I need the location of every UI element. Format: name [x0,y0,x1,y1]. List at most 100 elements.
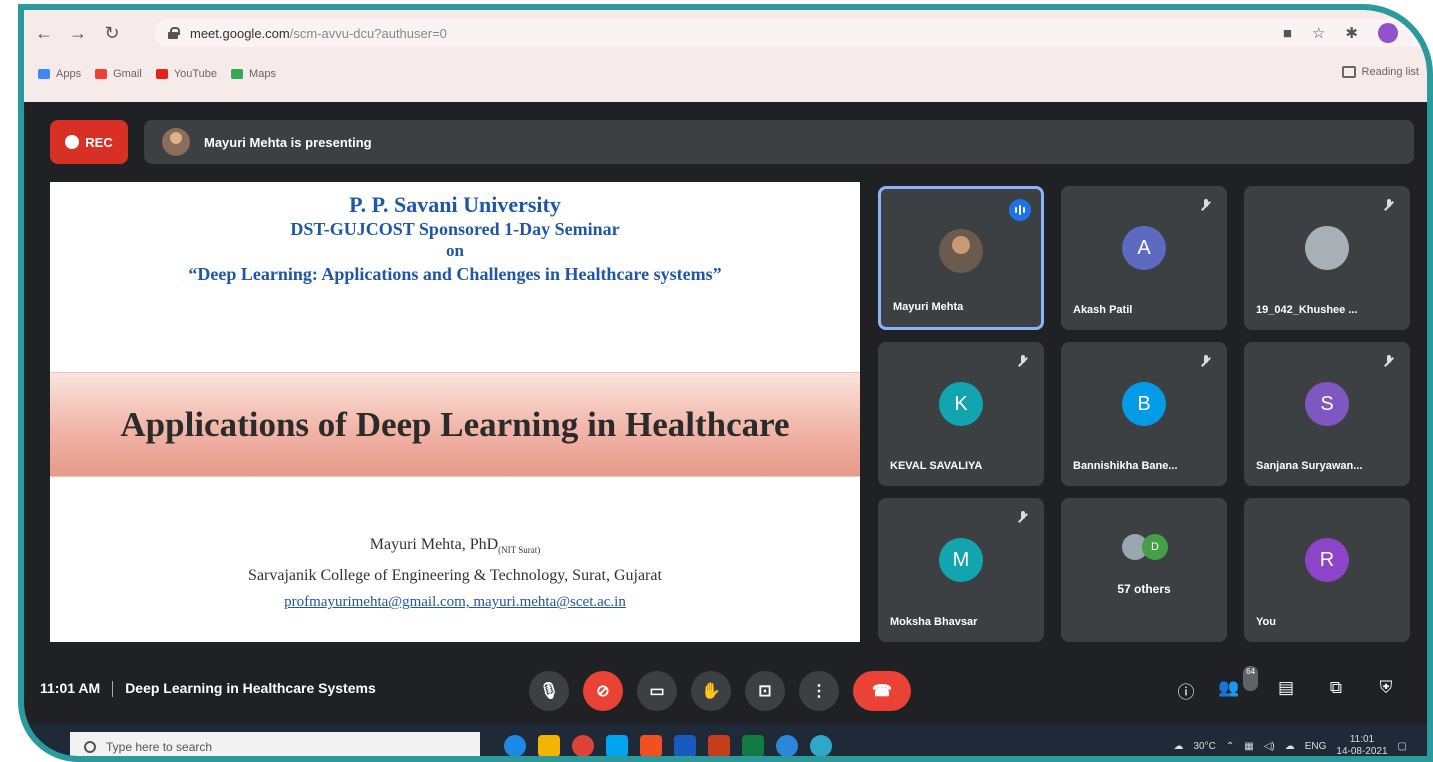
clock-time: 11:01 [1349,734,1375,745]
participant-tile[interactable]: K KEVAL SAVALIYA [878,342,1044,486]
slide-seminar: DST-GUJCOST Sponsored 1-Day Seminar [290,219,620,239]
chat-icon[interactable]: ▤ [1275,678,1297,703]
others-avatars: D [1122,534,1168,560]
people-icon[interactable]: 👥 64 [1218,666,1259,703]
participant-tile[interactable]: B Bannishikha Bane... [1061,342,1227,486]
slide-main-title: Applications of Deep Learning in Healthc… [120,404,790,444]
participant-avatar: M [939,538,983,582]
search-icon [84,741,96,753]
captions-button[interactable]: ▭ [637,671,677,711]
author-affiliation: (NIT Surat) [498,545,541,556]
participant-photo [939,229,983,273]
participant-tile[interactable]: Mayuri Mehta [878,186,1044,330]
more-options-button[interactable]: ⋮ [799,671,839,711]
meeting-info: 11:01 AM Deep Learning in Healthcare Syst… [40,680,376,698]
participant-avatar: A [1122,226,1166,270]
reading-list-label: Reading list [1361,66,1419,78]
mic-muted-icon [1199,198,1213,212]
recording-indicator[interactable]: REC [50,120,128,164]
network-icon[interactable]: ▦ [1244,741,1253,752]
extensions-icon[interactable]: ✱ [1345,24,1358,42]
reload-icon[interactable]: ↻ [98,19,126,47]
bookmark-star-icon[interactable]: ☆ [1312,24,1325,42]
maps-icon [231,69,244,79]
onedrive-icon[interactable]: ☁ [1285,741,1295,752]
others-count: 57 others [1117,582,1171,596]
forward-arrow-icon[interactable]: → [64,19,92,47]
screenshot-frame: ← → ↻ meet.google.com/scm-avvu-dcu?authu… [18,4,1433,762]
people-count-badge: 64 [1243,666,1259,691]
tray-chevron-icon[interactable]: ⌃ [1226,741,1234,752]
bookmark-apps[interactable]: Apps [38,68,81,80]
taskbar-search[interactable]: Type here to search [70,732,480,756]
leave-call-button[interactable]: ☎ [853,671,911,711]
notifications-icon[interactable]: ▢ [1398,741,1407,752]
side-controls: ⓘ 👥 64 ▤ ⧉ ⛨ [1175,666,1397,703]
word-icon[interactable] [674,735,696,756]
mic-muted-icon [1016,510,1030,524]
slide-on: on [446,241,464,260]
bookmark-label: YouTube [173,68,218,80]
participant-tile[interactable]: M Moksha Bhavsar [878,498,1044,642]
browser-nav-row: ← → ↻ meet.google.com/scm-avvu-dcu?authu… [24,10,1427,56]
weather-temp[interactable]: 30°C [1194,741,1216,752]
microphone-button[interactable]: 🎙 [529,671,569,711]
camera-icon[interactable]: ■ [1283,25,1292,42]
address-bar[interactable]: meet.google.com/scm-avvu-dcu?authuser=0 … [154,19,1427,47]
bookmark-label: Apps [56,68,82,80]
participant-name: Bannishikha Bane... [1073,460,1178,472]
present-icon: ⊡ [758,683,772,700]
speaking-indicator-icon [1009,199,1031,221]
more-vert-icon: ⋮ [811,683,827,700]
participant-name: 19_042_Khushee ... [1256,304,1358,316]
participant-tile[interactable]: A Akash Patil [1061,186,1227,330]
back-arrow-icon[interactable]: ← [30,19,58,47]
bookmark-gmail[interactable]: Gmail [95,68,142,80]
app-icon[interactable] [810,735,832,756]
app-icon[interactable] [640,735,662,756]
language-indicator[interactable]: ENG [1305,741,1327,752]
meeting-details-icon[interactable]: ⓘ [1175,678,1197,703]
bookmark-maps[interactable]: Maps [231,68,276,80]
hand-icon: ✋ [701,683,721,700]
activities-icon[interactable]: ⧉ [1325,678,1347,703]
profile-avatar[interactable] [1378,23,1398,43]
bookmark-youtube[interactable]: YouTube [155,68,218,80]
participant-name: KEVAL SAVALIYA [890,460,983,472]
url-path: /scm-avvu-dcu?authuser=0 [289,25,447,41]
chrome-icon[interactable] [572,735,594,756]
participant-tile[interactable]: S Sanjana Suryawan... [1244,342,1410,486]
participant-tile[interactable]: 19_042_Khushee ... [1244,186,1410,330]
hang-up-icon: ☎ [872,683,892,700]
apps-icon [38,69,50,79]
mic-muted-icon [1199,354,1213,368]
captions-icon: ▭ [649,683,665,700]
microphone-icon: 🎙 [538,683,560,700]
file-explorer-icon[interactable] [538,735,560,756]
powerpoint-icon[interactable] [708,735,730,756]
others-tile[interactable]: D 57 others [1061,498,1227,642]
clock[interactable]: 11:01 14-08-2021 [1336,734,1388,757]
camera-off-icon: ⊘ [596,683,610,700]
excel-icon[interactable] [742,735,764,756]
help-icon[interactable] [776,735,798,756]
reading-list-button[interactable]: Reading list [1341,66,1419,78]
meet-control-bar: 11:01 AM Deep Learning in Healthcare Syst… [24,660,1427,722]
slide-institute: Sarvajanik College of Engineering & Tech… [248,567,662,585]
slide-footer: Mayuri Mehta, PhD(NIT Surat) Sarvajanik … [50,532,860,615]
record-dot-icon [65,135,80,149]
edge-icon[interactable] [504,735,526,756]
clock-date: 14-08-2021 [1336,746,1388,757]
self-tile[interactable]: R You [1244,498,1410,642]
volume-icon[interactable]: ◁) [1264,741,1275,752]
camera-off-button[interactable]: ⊘ [583,671,623,711]
search-placeholder: Type here to search [106,740,213,754]
app-icon[interactable] [606,735,628,756]
participant-photo [1305,226,1349,270]
raise-hand-button[interactable]: ✋ [691,671,731,711]
present-button[interactable]: ⊡ [745,671,785,711]
host-controls-icon[interactable]: ⛨ [1375,678,1397,703]
omnibox-icons: ■ ☆ ✱ [1283,23,1398,43]
call-controls: 🎙 ⊘ ▭ ✋ ⊡ ⋮ ☎ [529,671,911,711]
presenter-avatar [162,128,190,156]
